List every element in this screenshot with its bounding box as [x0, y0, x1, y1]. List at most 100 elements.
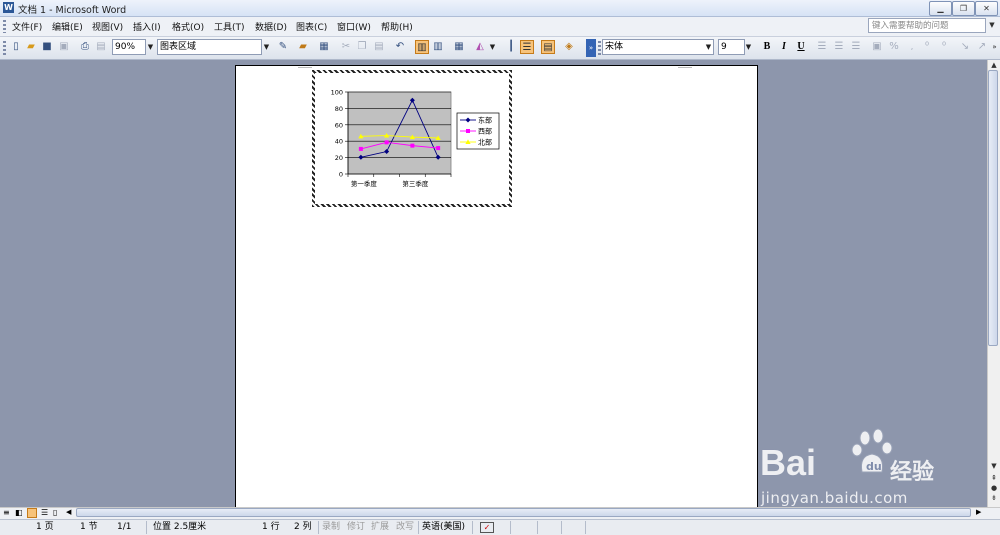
prev-page-icon[interactable]: ⇞ [988, 474, 1000, 482]
restore-icon[interactable]: ❐ [952, 1, 975, 16]
decrease-decimal-icon[interactable]: ⁰ [937, 40, 951, 54]
italic-button[interactable]: I [777, 40, 791, 54]
by-row-icon[interactable]: ▥ [415, 40, 429, 54]
scroll-right-icon[interactable]: ▶ [976, 508, 981, 516]
currency-style-icon[interactable]: ▣ [870, 40, 884, 54]
next-page-icon[interactable]: ⇟ [988, 494, 1000, 502]
word-app-icon[interactable]: W [3, 2, 14, 13]
menu-format[interactable]: 格式(O) [172, 20, 204, 33]
status-separator [510, 521, 511, 534]
status-extend-selection[interactable]: 扩展 [371, 521, 389, 534]
menu-view[interactable]: 视图(V) [92, 20, 123, 33]
legend-label: 东部 [478, 116, 492, 125]
x-tick-label: 第三季度 [402, 179, 429, 188]
copy-icon[interactable]: ❐ [355, 40, 369, 54]
menu-edit[interactable]: 编辑(E) [52, 20, 83, 33]
chart-object-select[interactable]: 图表区域 [157, 39, 262, 55]
menu-chart[interactable]: 图表(C) [296, 20, 327, 33]
font-name-select[interactable]: 宋体 [602, 39, 714, 55]
format-chart-area-icon[interactable]: ✎ [276, 40, 290, 54]
category-axis-gridlines-icon[interactable]: ┃ [504, 40, 518, 54]
import-file-icon[interactable]: ▰ [296, 40, 310, 54]
menu-help[interactable]: 帮助(H) [381, 20, 413, 33]
menu-data[interactable]: 数据(D) [255, 20, 287, 33]
status-separator [418, 521, 419, 534]
menu-insert[interactable]: 插入(I) [133, 20, 161, 33]
status-separator [585, 521, 586, 534]
angle-text-up-icon[interactable]: ↗ [975, 40, 989, 54]
open-icon[interactable]: ▰ [24, 40, 38, 54]
cut-icon[interactable]: ✂ [339, 40, 353, 54]
font-size-select[interactable]: 9 [718, 39, 745, 55]
align-right-icon[interactable]: ☰ [849, 40, 863, 54]
value-axis-gridlines-icon[interactable]: ☰ [520, 40, 534, 54]
permission-icon[interactable]: ▣ [57, 40, 71, 54]
status-language[interactable]: 英语(美国) [422, 521, 465, 534]
plot-area [347, 91, 452, 175]
undo-icon[interactable]: ↶ [393, 40, 407, 54]
help-search-input[interactable]: 键入需要帮助的问题 [868, 18, 986, 33]
print-preview-icon[interactable]: ▤ [94, 40, 108, 54]
scroll-down-icon[interactable]: ▼ [988, 462, 1000, 470]
status-track-changes[interactable]: 修订 [347, 521, 365, 534]
underline-button[interactable]: U [794, 40, 808, 54]
angle-text-down-icon[interactable]: ↘ [958, 40, 972, 54]
help-dropdown-icon[interactable]: ▼ [986, 18, 998, 33]
status-line: 1 行 [262, 522, 280, 532]
data-table-icon[interactable]: ▦ [452, 40, 466, 54]
legend-icon[interactable]: ▤ [541, 40, 555, 54]
y-tick-label: 100 [331, 89, 343, 97]
menu-window[interactable]: 窗口(W) [337, 20, 371, 33]
status-page-of: 1/1 [117, 522, 132, 532]
zoom-dropdown-icon[interactable]: ▼ [145, 39, 156, 55]
status-record-macro[interactable]: 录制 [322, 521, 340, 534]
status-separator [472, 521, 473, 534]
toolbar-grip[interactable] [3, 41, 6, 55]
print-layout-view-icon[interactable] [27, 508, 37, 518]
line-chart[interactable]: 0 20 40 60 80 100 第一季度 第三季度 东部西部北部 [315, 73, 509, 204]
comma-style-icon[interactable]: , [905, 40, 919, 54]
fill-color-icon[interactable]: ◈ [562, 40, 576, 54]
close-icon[interactable]: ✕ [975, 1, 998, 16]
by-column-icon[interactable]: ▥ [431, 40, 445, 54]
scroll-left-icon[interactable]: ◀ [66, 508, 71, 516]
margin-marker-top-left [298, 67, 312, 68]
legend-label: 西部 [478, 127, 492, 136]
bold-button[interactable]: B [760, 40, 774, 54]
scroll-up-icon[interactable]: ▲ [988, 61, 1000, 69]
align-center-icon[interactable]: ☰ [832, 40, 846, 54]
y-tick-label: 80 [335, 105, 343, 113]
vertical-scroll-thumb[interactable] [988, 70, 998, 346]
chart-type-icon[interactable]: ◭ [473, 40, 487, 54]
select-browse-object-icon[interactable]: ● [988, 484, 1000, 492]
new-doc-icon[interactable]: ▯ [9, 40, 23, 54]
embedded-chart-object[interactable]: 0 20 40 60 80 100 第一季度 第三季度 东部 西部 北部 [312, 70, 512, 207]
reading-layout-view-icon[interactable]: ▯ [53, 508, 57, 517]
print-icon[interactable]: ⎙ [78, 40, 92, 54]
menu-file[interactable]: 文件(F) [12, 20, 42, 33]
font-name-dropdown-icon[interactable]: ▼ [703, 39, 714, 55]
save-icon[interactable]: ■ [40, 40, 54, 54]
status-separator [561, 521, 562, 534]
spelling-status-icon[interactable]: ✓ [480, 522, 494, 533]
menu-tools[interactable]: 工具(T) [214, 20, 245, 33]
align-left-icon[interactable]: ☰ [815, 40, 829, 54]
status-overtype[interactable]: 改写 [396, 521, 414, 534]
paste-icon[interactable]: ▤ [372, 40, 386, 54]
increase-decimal-icon[interactable]: ⁰ [920, 40, 934, 54]
normal-view-icon[interactable]: ≡ [3, 508, 10, 517]
datasheet-icon[interactable]: ▦ [317, 40, 331, 54]
menubar-grip[interactable] [3, 20, 6, 33]
toolbar-options-icon[interactable]: » [586, 39, 596, 57]
percent-style-icon[interactable]: % [887, 40, 901, 54]
format-toolbar-options-icon[interactable]: » [989, 40, 1000, 54]
outline-view-icon[interactable]: ☰ [41, 508, 48, 517]
font-size-dropdown-icon[interactable]: ▼ [743, 39, 754, 55]
status-separator [537, 521, 538, 534]
format-toolbar-grip[interactable] [598, 41, 601, 55]
minimize-icon[interactable]: ▁ [929, 1, 952, 16]
chart-object-dropdown-icon[interactable]: ▼ [261, 39, 272, 55]
chart-type-dropdown-icon[interactable]: ▼ [487, 40, 498, 54]
zoom-select[interactable]: 90% [112, 39, 146, 55]
web-layout-view-icon[interactable]: ◧ [15, 508, 23, 517]
